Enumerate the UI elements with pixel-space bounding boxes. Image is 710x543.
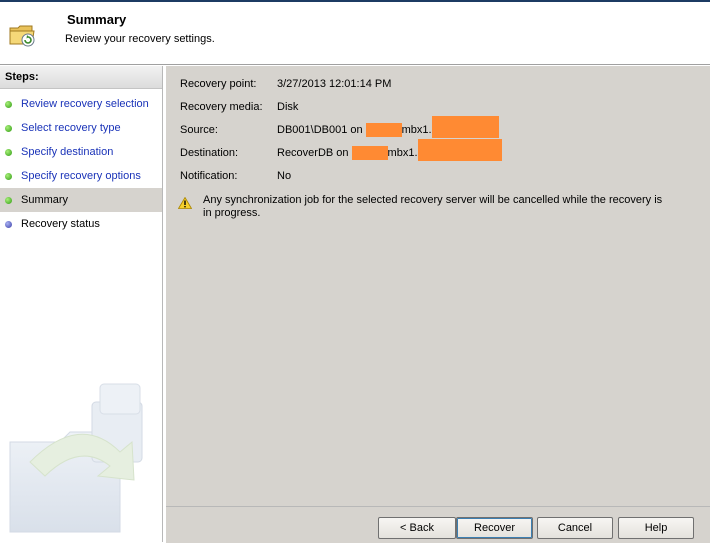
source-value: DB001\DB001 on mbx1. xyxy=(277,116,499,138)
sidebar-item-label: Recovery status xyxy=(21,218,100,230)
recovery-media-value: Disk xyxy=(277,101,299,113)
sidebar-item-label: Specify recovery options xyxy=(21,170,141,182)
recovery-point-value: 3/27/2013 12:01:14 PM xyxy=(277,78,392,90)
page-title: Summary xyxy=(67,12,127,27)
step-complete-icon xyxy=(5,101,12,108)
sidebar-item-label: Review recovery selection xyxy=(21,98,149,110)
warning-icon xyxy=(178,197,192,209)
destination-label: Destination: xyxy=(180,147,239,159)
redaction-block xyxy=(431,116,499,138)
sidebar-item-specify-destination[interactable]: Specify destination xyxy=(0,140,162,164)
redaction-block xyxy=(365,123,402,137)
redaction-block xyxy=(351,146,388,160)
source-label: Source: xyxy=(180,124,218,136)
notification-label: Notification: xyxy=(180,170,238,182)
wizard-footer: < Back Recover Cancel Help xyxy=(166,506,710,543)
cancel-button[interactable]: Cancel xyxy=(537,517,613,539)
sidebar-item-label: Summary xyxy=(21,194,69,206)
recover-button[interactable]: Recover xyxy=(456,517,533,539)
step-current-icon xyxy=(5,197,12,204)
watermark-recovery-icon xyxy=(9,383,143,533)
recovery-wizard-icon xyxy=(9,25,35,47)
summary-panel: Recovery point: 3/27/2013 12:01:14 PM Re… xyxy=(166,66,710,506)
step-complete-icon xyxy=(5,125,12,132)
wizard-header: Summary Review your recovery settings. xyxy=(0,2,710,64)
destination-value-mid: mbx1. xyxy=(387,147,418,159)
steps-heading: Steps: xyxy=(0,66,162,89)
steps-sidebar: Steps: Review recovery selection Select … xyxy=(0,66,163,542)
back-button[interactable]: < Back xyxy=(378,517,456,539)
warning-text: Any synchronization job for the selected… xyxy=(203,194,663,219)
redaction-block xyxy=(417,139,502,161)
notification-value: No xyxy=(277,170,292,182)
sidebar-item-select-recovery-type[interactable]: Select recovery type xyxy=(0,116,162,140)
step-complete-icon xyxy=(5,173,12,180)
page-subtitle: Review your recovery settings. xyxy=(65,33,215,45)
destination-value: RecoverDB on mbx1. xyxy=(277,139,502,161)
source-value-mid: mbx1. xyxy=(401,124,432,136)
source-value-prefix: DB001\DB001 on xyxy=(277,124,363,136)
sidebar-item-specify-recovery-options[interactable]: Specify recovery options xyxy=(0,164,162,188)
sidebar-item-label: Specify destination xyxy=(21,146,114,158)
sidebar-item-recovery-status: Recovery status xyxy=(0,212,162,236)
step-pending-icon xyxy=(5,221,12,228)
help-button[interactable]: Help xyxy=(618,517,694,539)
sidebar-item-label: Select recovery type xyxy=(21,122,121,134)
destination-value-prefix: RecoverDB on xyxy=(277,147,349,159)
sidebar-item-review-recovery-selection[interactable]: Review recovery selection xyxy=(0,92,162,116)
sidebar-item-summary: Summary xyxy=(0,188,162,212)
recovery-media-label: Recovery media: xyxy=(180,101,263,113)
recovery-point-label: Recovery point: xyxy=(180,78,257,90)
header-divider xyxy=(0,64,710,65)
step-complete-icon xyxy=(5,149,12,156)
